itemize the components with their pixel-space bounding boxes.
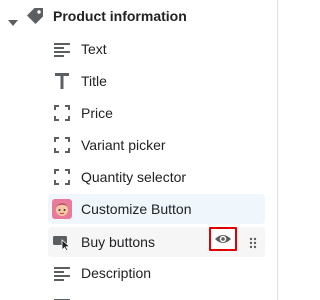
block-buy-buttons[interactable]: Buy buttons <box>48 227 265 257</box>
block-label: Description <box>81 265 152 281</box>
block-price[interactable]: Price <box>48 98 265 128</box>
app-avatar-icon <box>52 199 72 219</box>
section-title: Product information <box>53 8 187 24</box>
chevron-down-icon[interactable] <box>8 13 18 31</box>
text-lines-icon <box>52 265 72 281</box>
block-label: Price <box>81 105 113 121</box>
panel-divider <box>277 0 278 300</box>
block-label: Variant picker <box>81 137 166 153</box>
block-text[interactable]: Text <box>48 34 265 64</box>
block-description[interactable]: Description <box>48 258 265 288</box>
text-lines-icon <box>52 41 72 57</box>
block-variant-picker[interactable]: Variant picker <box>48 130 265 160</box>
block-customize-button[interactable]: Customize Button <box>48 194 265 224</box>
visibility-toggle-button[interactable] <box>209 227 237 251</box>
dashed-square-icon <box>52 137 72 153</box>
block-label: Text <box>81 41 107 57</box>
block-label: Title <box>81 73 107 89</box>
block-quantity-selector[interactable]: Quantity selector <box>48 162 265 192</box>
section-header-product-information[interactable]: Product information <box>0 0 277 32</box>
drag-handle-icon[interactable] <box>249 236 257 254</box>
eye-icon <box>215 235 231 243</box>
dashed-square-icon <box>52 105 72 121</box>
block-label: Buy buttons <box>81 234 155 250</box>
block-title[interactable]: Title <box>48 66 265 96</box>
block-label: Quantity selector <box>81 169 187 185</box>
tag-icon <box>26 7 46 30</box>
block-next-partial[interactable] <box>48 290 265 300</box>
buy-button-icon <box>52 234 72 252</box>
title-t-icon <box>52 73 72 89</box>
block-label: Customize Button <box>81 201 192 217</box>
dashed-square-icon <box>52 169 72 185</box>
